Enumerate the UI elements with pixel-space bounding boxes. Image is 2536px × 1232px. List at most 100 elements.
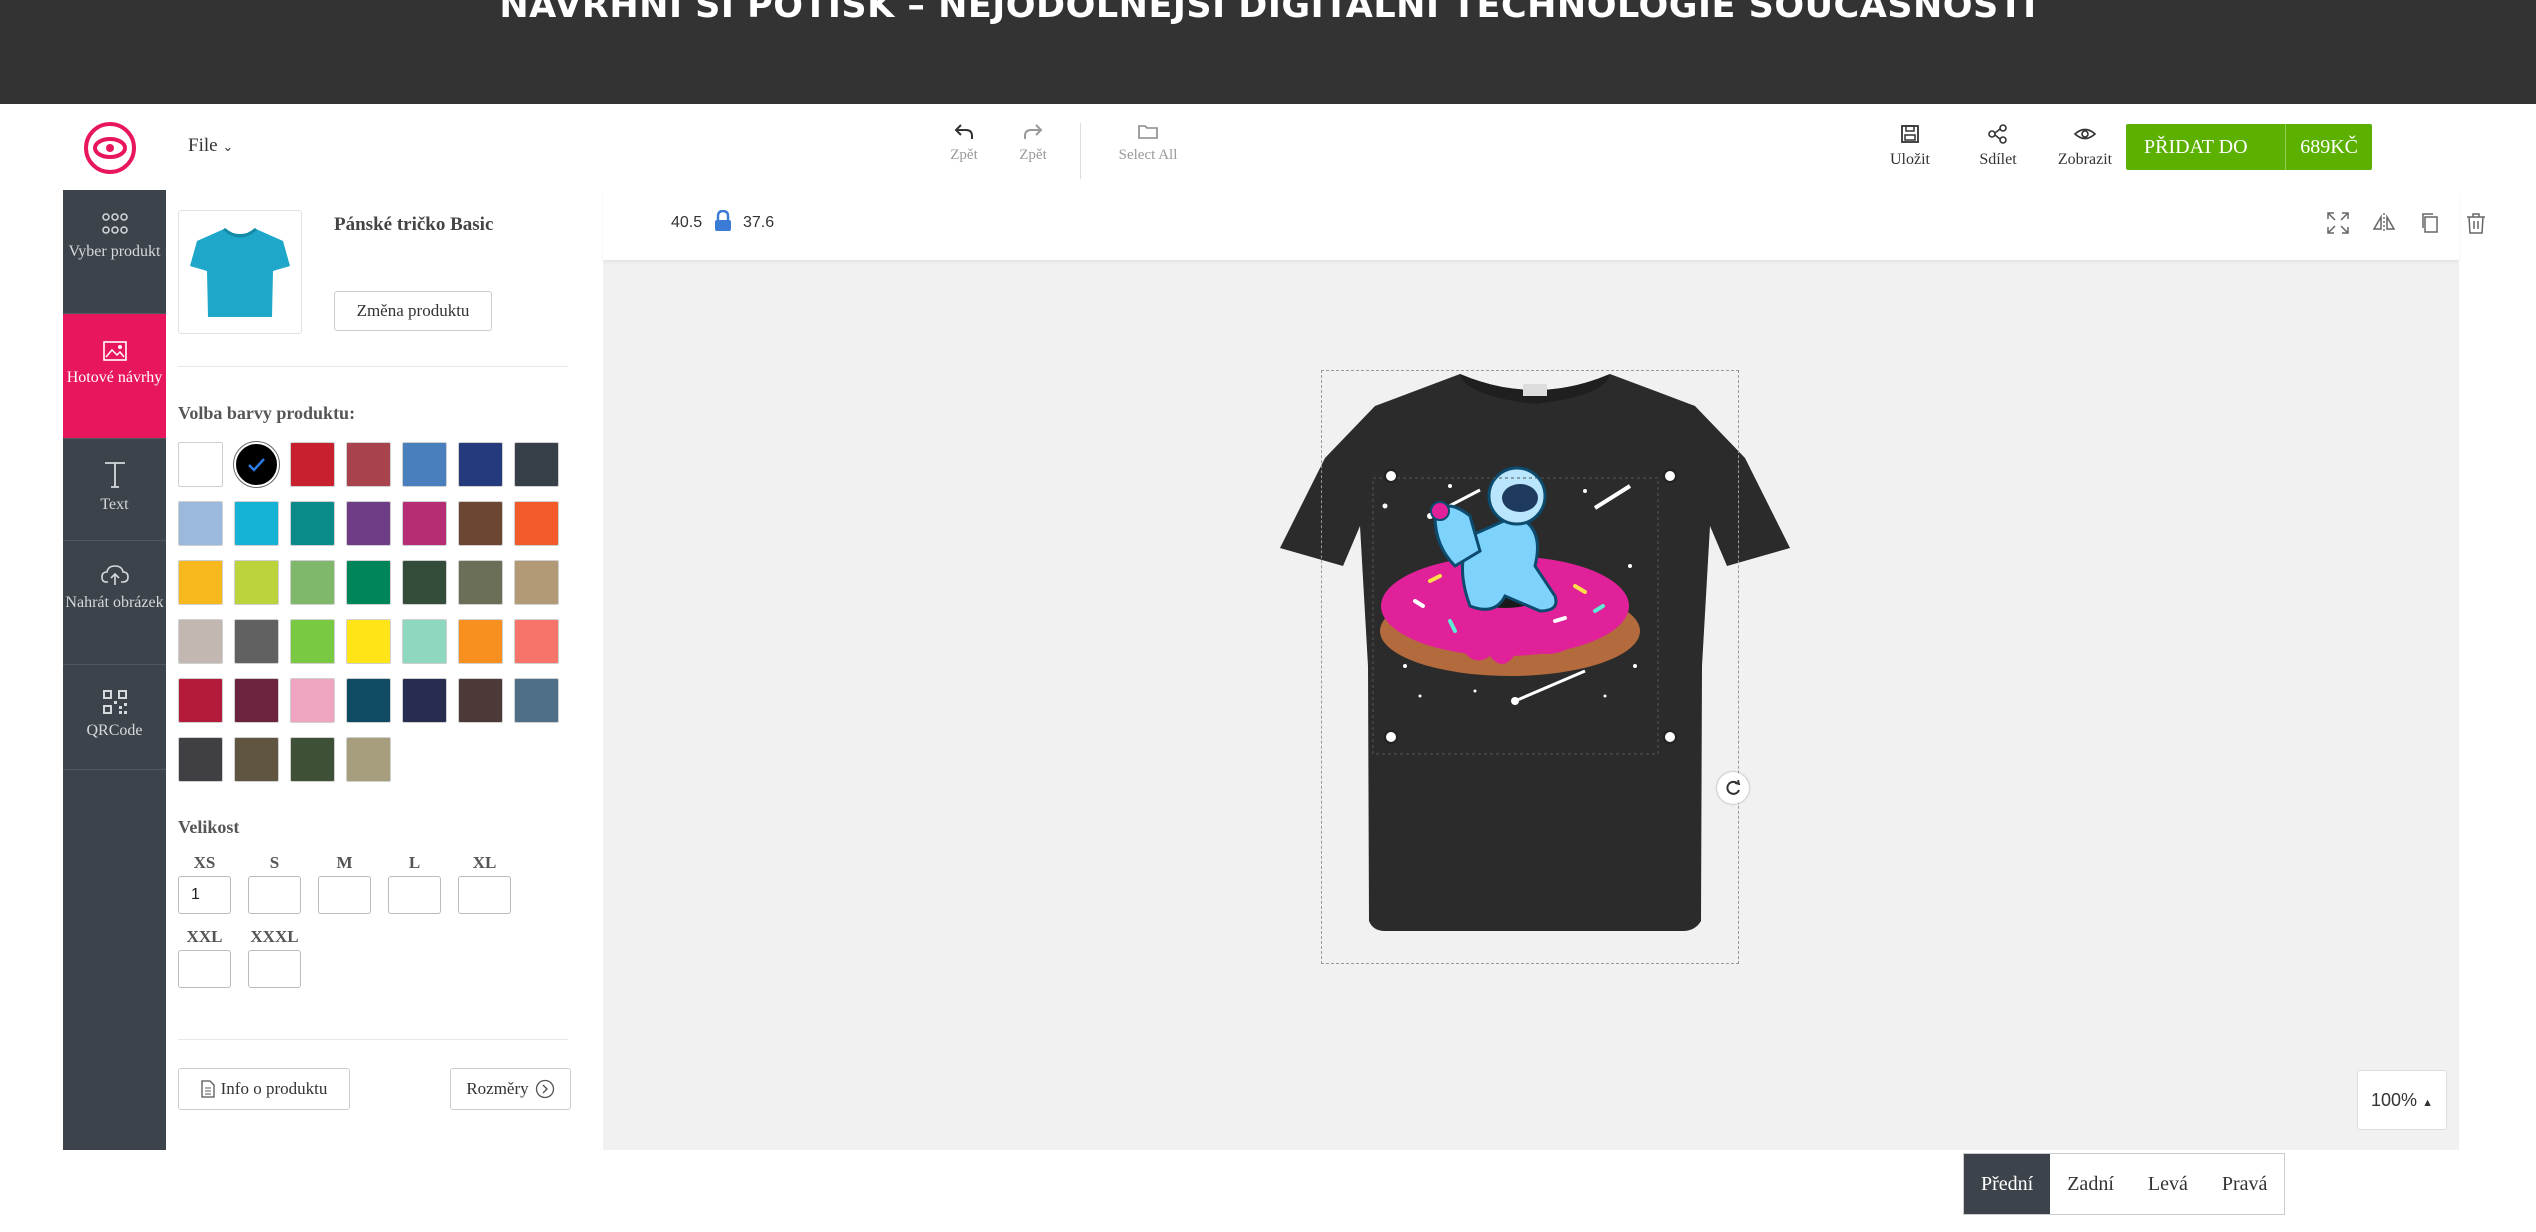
color-swatch[interactable] — [178, 619, 223, 664]
color-swatch[interactable] — [402, 501, 447, 546]
sidebar-item-vyber-produkt[interactable]: Vyber produkt — [63, 190, 166, 314]
color-swatch[interactable] — [402, 678, 447, 723]
color-swatch[interactable] — [514, 442, 559, 487]
size-input-m[interactable] — [318, 876, 371, 914]
text-icon — [104, 462, 125, 488]
size-input-l[interactable] — [388, 876, 441, 914]
size-input-xl[interactable] — [458, 876, 511, 914]
color-swatch[interactable] — [514, 560, 559, 605]
zoom-level: 100% — [2371, 1090, 2418, 1110]
color-swatch[interactable] — [234, 501, 279, 546]
resize-handle[interactable] — [1663, 469, 1677, 483]
color-swatch[interactable] — [402, 442, 447, 487]
redo-label: Zpět — [1019, 147, 1047, 163]
size-input-xs[interactable]: 1 — [178, 876, 231, 914]
color-swatch[interactable] — [290, 619, 335, 664]
color-swatch[interactable] — [178, 737, 223, 782]
sidebar-item-qrcode[interactable]: QRCode — [63, 665, 166, 770]
preview-button[interactable]: Zobrazit — [2045, 123, 2125, 169]
resize-handle[interactable] — [1384, 730, 1398, 744]
left-sidebar: Vyber produkt Hotové návrhy Text Nahrát … — [63, 190, 166, 1150]
save-label: Uložit — [1890, 151, 1930, 168]
change-product-button[interactable]: Změna produktu — [334, 291, 492, 331]
color-swatch[interactable] — [290, 678, 335, 723]
color-swatch[interactable] — [290, 442, 335, 487]
tab-right[interactable]: Pravá — [2205, 1154, 2285, 1214]
sidebar-item-text[interactable]: Text — [63, 439, 166, 541]
grid-icon — [101, 213, 128, 234]
color-swatch[interactable] — [458, 442, 503, 487]
add-to-cart-button[interactable]: PŘIDAT DO KOŠÍKU 689KČ — [2126, 124, 2372, 204]
color-swatch[interactable] — [178, 560, 223, 605]
color-swatch[interactable] — [234, 619, 279, 664]
color-swatch[interactable] — [234, 442, 279, 487]
color-swatch[interactable] — [346, 501, 391, 546]
save-button[interactable]: Uložit — [1875, 123, 1945, 169]
brand-logo — [84, 122, 136, 174]
color-swatch[interactable] — [514, 501, 559, 546]
tab-left[interactable]: Levá — [2131, 1154, 2205, 1214]
sidebar-item-hotove-navrhy[interactable]: Hotové návrhy — [63, 314, 166, 439]
color-swatch[interactable] — [178, 501, 223, 546]
tshirt-thumbnail-image — [190, 227, 290, 317]
trash-icon[interactable] — [2463, 210, 2489, 236]
file-menu[interactable]: File ⌄ — [188, 135, 233, 157]
sidebar-item-label: Text — [100, 496, 129, 513]
tab-front[interactable]: Přední — [1964, 1154, 2051, 1214]
color-swatch[interactable] — [402, 619, 447, 664]
color-swatch[interactable] — [346, 737, 391, 782]
zoom-control[interactable]: 100% ▲ — [2357, 1070, 2447, 1130]
size-input-xxl[interactable] — [178, 950, 231, 988]
share-label: Sdílet — [1979, 151, 2017, 168]
product-info-button[interactable]: Info o produktu — [178, 1068, 350, 1110]
color-swatch[interactable] — [346, 678, 391, 723]
color-swatch[interactable] — [346, 560, 391, 605]
color-swatch[interactable] — [458, 678, 503, 723]
sidebar-item-nahrat-obrazek[interactable]: Nahrát obrázek — [63, 541, 166, 665]
color-swatch[interactable] — [290, 560, 335, 605]
eye-icon — [2073, 128, 2097, 140]
color-swatch[interactable] — [290, 501, 335, 546]
color-swatch[interactable] — [458, 560, 503, 605]
redo-icon — [1024, 124, 1043, 139]
size-label-xs: XS — [193, 853, 216, 872]
share-button[interactable]: Sdílet — [1963, 123, 2033, 169]
size-section-title: Velikost — [178, 817, 240, 837]
divider — [178, 1039, 568, 1040]
size-input-s[interactable] — [248, 876, 301, 914]
color-swatch[interactable] — [346, 619, 391, 664]
top-toolbar: File ⌄ Zpět Zpět Select All Uložit Sdíle… — [63, 107, 2459, 204]
rotate-handle[interactable] — [1717, 772, 1749, 804]
color-swatch[interactable] — [234, 678, 279, 723]
designer-app: File ⌄ Zpět Zpět Select All Uložit Sdíle… — [63, 107, 2485, 1150]
color-swatch[interactable] — [290, 737, 335, 782]
redo-button[interactable]: Zpět — [1008, 119, 1058, 164]
dimensions-button[interactable]: Rozměry — [450, 1068, 571, 1110]
color-swatch[interactable] — [514, 678, 559, 723]
color-swatch[interactable] — [402, 560, 447, 605]
caret-up-icon: ▲ — [2422, 1097, 2433, 1109]
size-label-s: S — [269, 853, 280, 872]
color-swatch[interactable] — [458, 501, 503, 546]
copy-icon[interactable] — [2417, 210, 2443, 236]
flip-icon[interactable] — [2371, 210, 2397, 236]
lock-icon[interactable] — [714, 210, 732, 232]
color-swatch[interactable] — [458, 619, 503, 664]
qrcode-icon — [102, 690, 127, 714]
color-swatch[interactable] — [346, 442, 391, 487]
tab-back[interactable]: Zadní — [2050, 1154, 2131, 1214]
size-input-xxxl[interactable] — [248, 950, 301, 988]
design-canvas[interactable]: 40.5 37.6 100% ▲ — [603, 190, 2485, 1150]
color-swatch[interactable] — [178, 678, 223, 723]
color-swatch[interactable] — [234, 737, 279, 782]
color-swatch[interactable] — [234, 560, 279, 605]
fit-screen-icon[interactable] — [2325, 210, 2351, 236]
undo-button[interactable]: Zpět — [939, 119, 989, 164]
resize-handle[interactable] — [1663, 730, 1677, 744]
select-all-button[interactable]: Select All — [1103, 119, 1193, 164]
color-swatch[interactable] — [514, 619, 559, 664]
color-swatch[interactable] — [178, 442, 223, 487]
sidebar-item-label: Nahrát obrázek — [65, 594, 164, 611]
resize-handle[interactable] — [1384, 469, 1398, 483]
preview-label: Zobrazit — [2057, 151, 2113, 168]
